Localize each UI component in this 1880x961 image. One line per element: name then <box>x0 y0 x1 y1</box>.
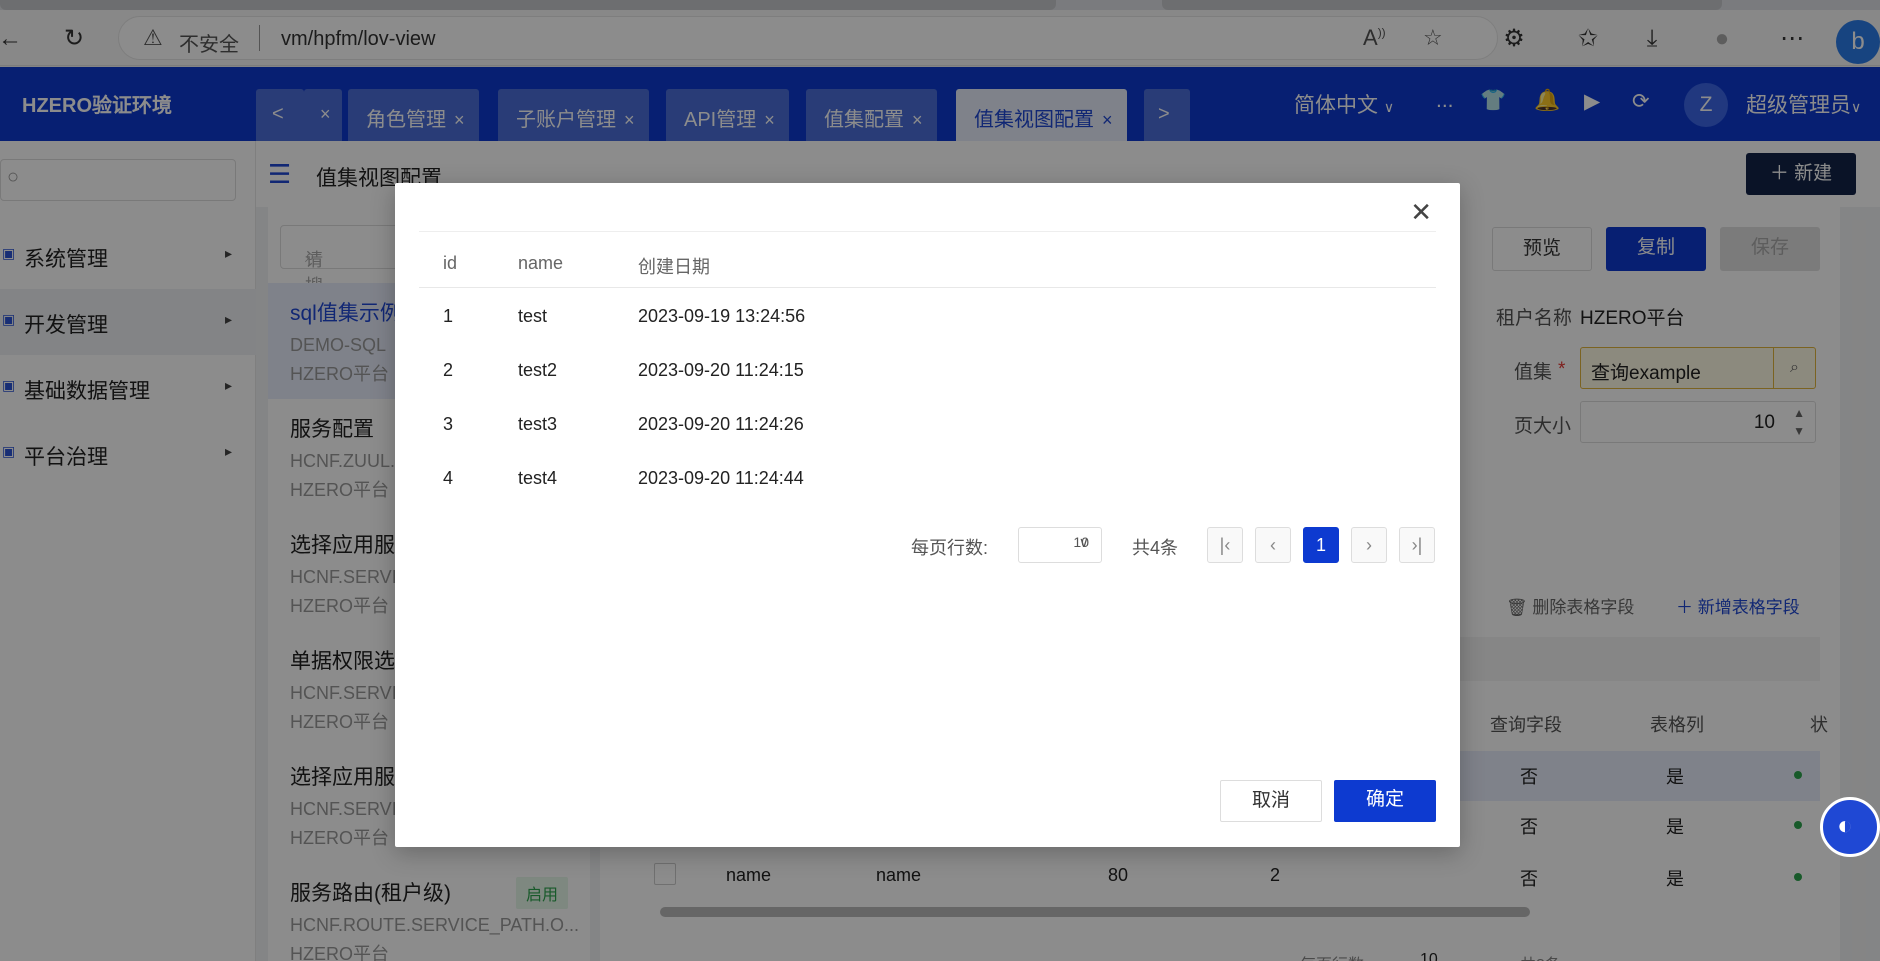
column-created-date: 创建日期 <box>638 257 710 277</box>
assistant-icon: ◐ <box>1837 810 1853 840</box>
last-page-button[interactable]: ›| <box>1399 527 1435 563</box>
column-id: id <box>443 253 458 273</box>
chevron-right-icon: › <box>1366 535 1372 555</box>
cell-name: test4 <box>518 468 558 488</box>
last-page-icon: ›| <box>1411 535 1423 555</box>
close-icon[interactable]: ✕ <box>1410 197 1432 228</box>
lov-preview-modal: ✕ id name 创建日期 1 test 2023-09-19 13:24:5… <box>395 183 1460 847</box>
next-page-button[interactable]: › <box>1351 527 1387 563</box>
cell-date: 2023-09-19 13:24:56 <box>638 306 806 326</box>
confirm-button[interactable]: 确定 <box>1334 780 1436 822</box>
cell-id: 3 <box>443 414 454 434</box>
floating-assistant-button[interactable]: ◐ <box>1820 797 1880 857</box>
page-size-select[interactable]: 10 ∨ <box>1018 527 1102 563</box>
cell-id: 4 <box>443 468 454 488</box>
cell-id: 1 <box>443 306 454 326</box>
page-number-current[interactable]: 1 <box>1303 527 1339 563</box>
cancel-button[interactable]: 取消 <box>1220 780 1322 822</box>
modal-divider <box>419 231 1436 232</box>
prev-page-button[interactable]: ‹ <box>1255 527 1291 563</box>
first-page-button[interactable]: |‹ <box>1207 527 1243 563</box>
cell-date: 2023-09-20 11:24:44 <box>638 468 804 488</box>
cell-date: 2023-09-20 11:24:26 <box>638 414 804 434</box>
cell-name: test <box>518 306 548 326</box>
rows-per-page-label: 每页行数: <box>911 538 989 558</box>
total-count: 共4条 <box>1132 538 1179 558</box>
chevron-down-icon: ∨ <box>1078 534 1089 550</box>
cell-id: 2 <box>443 360 454 380</box>
table-header-divider <box>419 287 1436 288</box>
column-name: name <box>518 253 564 273</box>
cell-date: 2023-09-20 11:24:15 <box>638 360 804 380</box>
first-page-icon: |‹ <box>1219 535 1231 555</box>
chevron-left-icon: ‹ <box>1270 535 1276 555</box>
cell-name: test3 <box>518 414 558 434</box>
cell-name: test2 <box>518 360 558 380</box>
